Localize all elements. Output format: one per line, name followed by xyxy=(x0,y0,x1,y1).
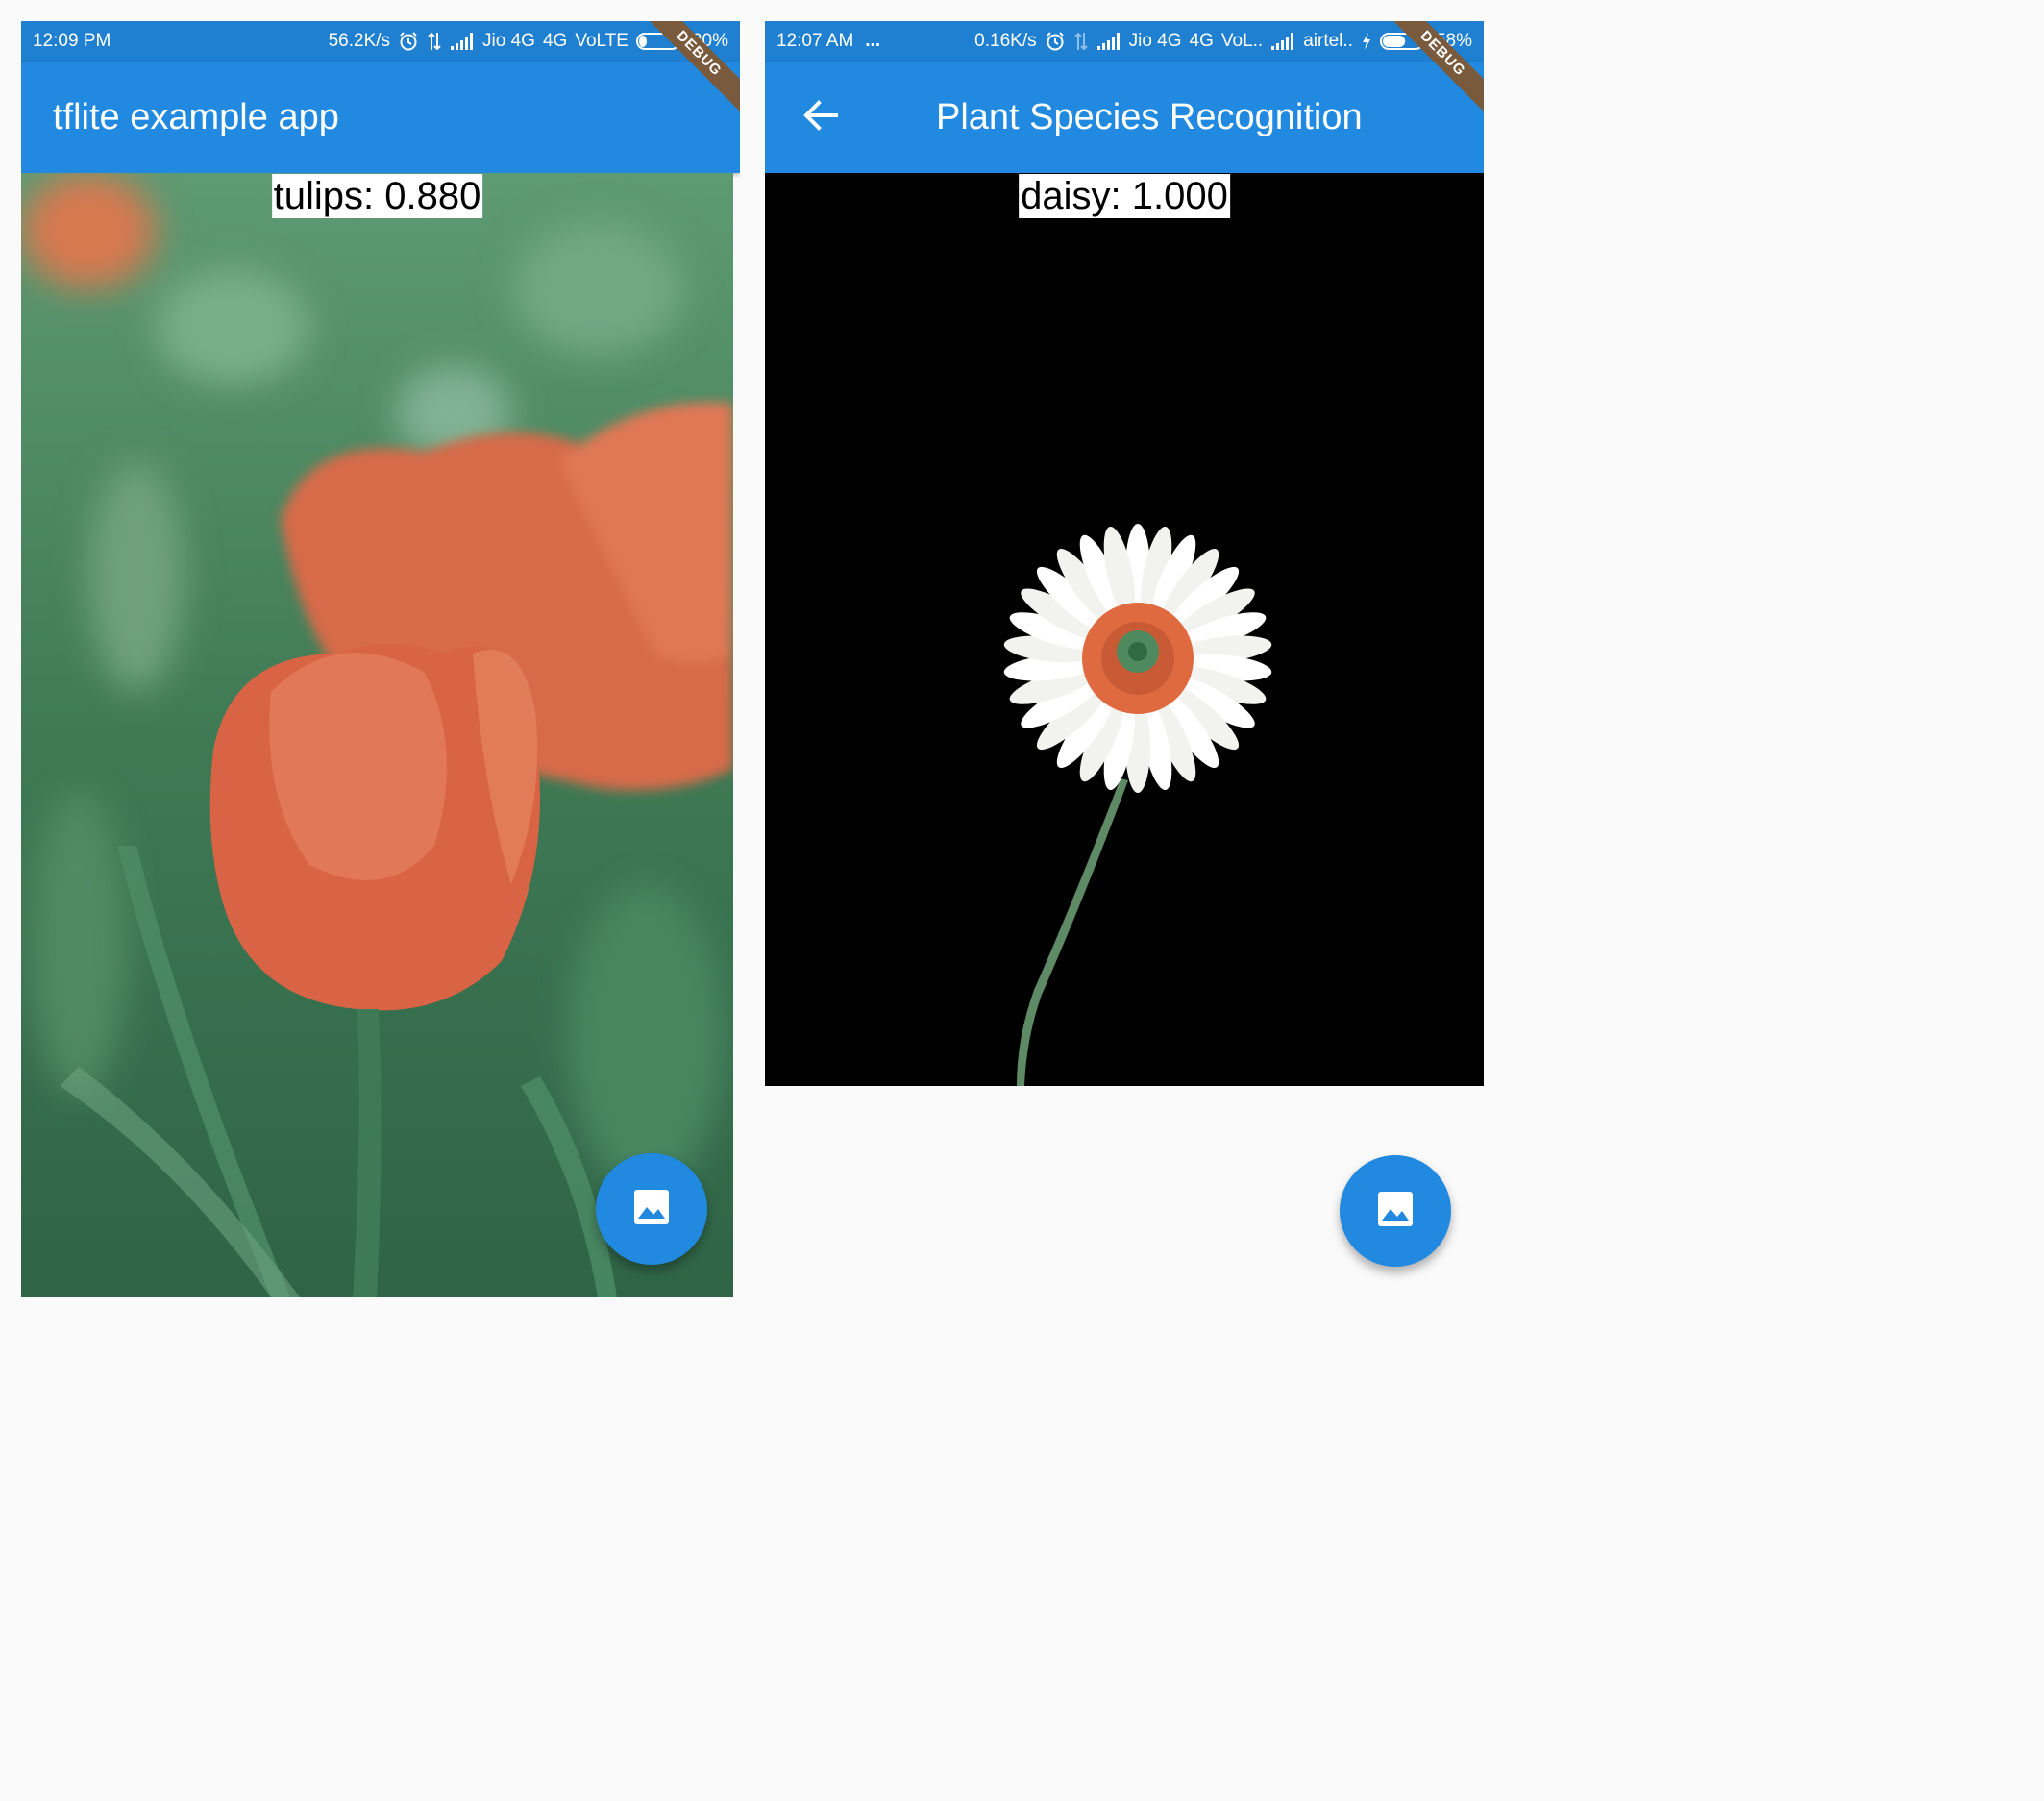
alarm-icon xyxy=(398,31,419,52)
alarm-icon xyxy=(1045,31,1066,52)
status-time: 12:07 AM xyxy=(776,31,854,51)
carrier-name-2: airtel.. xyxy=(1303,31,1353,51)
back-button[interactable] xyxy=(792,88,850,146)
status-bar: 12:09 PM 56.2K/s Jio 4G 4G VoLTE 20% xyxy=(21,21,740,62)
signal-icon xyxy=(450,32,475,51)
charging-icon xyxy=(1361,32,1372,51)
status-time: 12:09 PM xyxy=(33,31,111,51)
status-bar: 12:07 AM ... 0.16K/s Jio 4G 4G VoL.. air… xyxy=(765,21,1484,62)
signal-icon xyxy=(1096,32,1121,51)
data-transfer-icon xyxy=(1073,31,1089,52)
network-type: 4G xyxy=(542,31,568,51)
pick-image-button[interactable] xyxy=(596,1153,707,1265)
image-icon xyxy=(632,1188,671,1231)
network-type: 4G xyxy=(1189,31,1214,51)
daisy-photo xyxy=(765,173,1484,1086)
app-title: Plant Species Recognition xyxy=(936,96,1363,137)
more-notifications: ... xyxy=(865,31,881,51)
app-bar: tflite example app xyxy=(21,62,740,173)
tulip-photo xyxy=(21,173,733,1297)
image-icon xyxy=(1376,1190,1415,1233)
arrow-back-icon xyxy=(801,96,840,139)
data-transfer-icon xyxy=(427,31,442,52)
screen-plant-species-recognition: 12:07 AM ... 0.16K/s Jio 4G 4G VoL.. air… xyxy=(765,21,1484,1297)
app-title: tflite example app xyxy=(53,96,339,137)
pick-image-button[interactable] xyxy=(1340,1155,1451,1267)
app-bar: Plant Species Recognition xyxy=(765,62,1484,173)
signal-icon-2 xyxy=(1270,32,1295,51)
screen-tflite-example: 12:09 PM 56.2K/s Jio 4G 4G VoLTE 20% tfl… xyxy=(21,21,740,1297)
prediction-label: tulips: 0.880 xyxy=(271,174,483,218)
volte-label: VoLTE xyxy=(575,31,628,51)
carrier-name: Jio 4G xyxy=(1128,31,1182,51)
selected-photo: daisy: 1.000 xyxy=(765,173,1484,1086)
network-speed: 56.2K/s xyxy=(328,31,391,51)
prediction-label: daisy: 1.000 xyxy=(1019,174,1230,218)
selected-photo: tulips: 0.880 xyxy=(21,173,733,1297)
network-speed: 0.16K/s xyxy=(974,31,1037,51)
carrier-name: Jio 4G xyxy=(482,31,535,51)
volte-label: VoL.. xyxy=(1220,31,1264,51)
